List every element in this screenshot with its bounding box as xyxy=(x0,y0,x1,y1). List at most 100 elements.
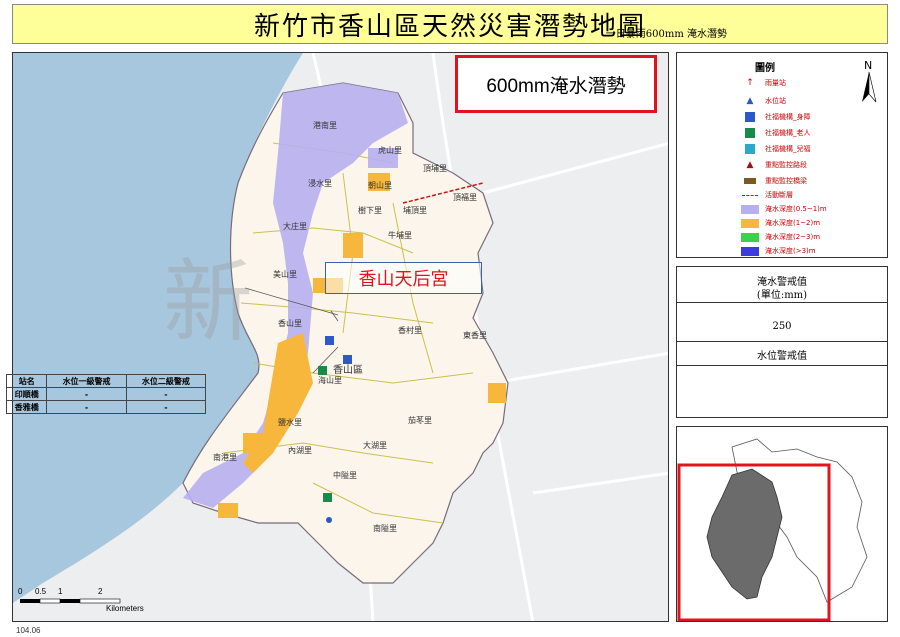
date-stamp: 104.06 xyxy=(16,626,41,635)
legend-depth-2: 淹水深度(1~2)m xyxy=(741,217,820,229)
child-facility-icon xyxy=(343,355,352,364)
legend-label: 淹水深度(1~2)m xyxy=(765,219,821,227)
rain-station-icon: ↑ xyxy=(746,78,754,88)
village-label: 虎山里 xyxy=(378,145,402,155)
legend-label: 重點監控路段 xyxy=(765,161,807,169)
landmark-callout[interactable]: 香山天后宮 xyxy=(325,262,482,294)
water-level-icon: ▲ xyxy=(746,96,754,106)
legend-label: 重點監控橋梁 xyxy=(765,177,807,185)
map-subtitle: 一日暴雨600mm 淹水潛勢 xyxy=(605,29,727,40)
station-table: 站名 水位一級警戒 水位二級警戒 印順橋 - - 香雅橋 - - xyxy=(5,374,207,414)
table-row: 香雅橋 - - xyxy=(5,400,207,414)
disabled-facility-icon xyxy=(741,112,759,122)
legend-label: 社福機構_身障 xyxy=(765,113,811,121)
legend-label: 淹水深度(0.5~1)m xyxy=(765,205,827,213)
depth-swatch xyxy=(741,218,759,228)
district-label: 香山區 xyxy=(333,364,363,376)
village-label: 海山里 xyxy=(318,375,342,385)
table-header: 站名 xyxy=(5,374,48,388)
highlighted-district xyxy=(706,468,783,600)
inset-map[interactable] xyxy=(676,426,888,622)
legend-item-disabled: 社福機構_身障 xyxy=(741,111,811,123)
village-label: 朝山里 xyxy=(368,180,392,190)
scale-tick: 0 xyxy=(18,587,23,596)
village-label: 南港里 xyxy=(213,452,237,462)
level2-value: - xyxy=(125,400,207,414)
warning-panel: 淹水警戒值 (單位:mm) 250 水位警戒值 xyxy=(676,266,888,418)
scale-tick: 0.5 xyxy=(35,587,47,596)
legend-title: 圖例 xyxy=(755,63,775,74)
depth-swatch xyxy=(741,204,759,214)
level1-value: - xyxy=(46,387,127,401)
water-warning-title: 水位警戒值 xyxy=(757,351,807,362)
table-header-row: 站名 水位一級警戒 水位二級警戒 xyxy=(5,374,207,388)
main-map[interactable]: 新 香山區 港南里 虎山里 浸水里 朝山里 大庄里 美山里 香山里 海山里 鹽水… xyxy=(12,52,669,622)
scale-tick: 1 xyxy=(58,587,63,596)
legend-depth-4: 淹水深度(>3)m xyxy=(741,245,816,257)
elderly-facility-icon xyxy=(741,128,759,138)
legend-label: 活動斷層 xyxy=(765,191,793,199)
active-fault-icon xyxy=(741,190,759,200)
village-label: 大湖里 xyxy=(363,440,387,450)
inset-canvas xyxy=(677,438,868,621)
depth-swatch xyxy=(741,232,759,242)
legend-depth-1: 淹水深度(0.5~1)m xyxy=(741,203,827,215)
station-name: 印順橋 xyxy=(5,387,48,401)
village-label: 鹽水里 xyxy=(278,417,302,427)
village-label: 浸水里 xyxy=(308,178,332,188)
scale-tick: 2 xyxy=(98,587,103,596)
flood-warning-unit: (單位:mm) xyxy=(756,290,808,301)
legend-panel: 圖例 ↑ 雨量站 ▲ 水位站 社福機構_身障 社福機構_老人 社福機構_兒福 ▲… xyxy=(676,52,888,258)
village-label: 東香里 xyxy=(463,330,487,340)
north-arrow-icon: N xyxy=(858,58,880,110)
watermark-char: 新 xyxy=(163,250,253,355)
village-label: 香村里 xyxy=(398,325,422,335)
legend-item-fault: 活動斷層 xyxy=(741,189,793,201)
map-title: 新竹市香山區天然災害潛勢地圖 xyxy=(253,11,646,42)
legend-item-road: ▲ 重點監控路段 xyxy=(741,159,807,171)
elderly-facility-icon xyxy=(323,493,332,502)
depth-swatch xyxy=(741,246,759,256)
legend-item-child: 社福機構_兒福 xyxy=(741,143,811,155)
table-header: 水位二級警戒 xyxy=(125,374,207,388)
legend-depth-3: 淹水深度(2~3)m xyxy=(741,231,820,243)
village-label: 牛埔里 xyxy=(388,230,412,240)
village-label: 埔頂里 xyxy=(403,205,427,215)
child-facility-icon xyxy=(741,144,759,154)
legend-item-elderly: 社福機構_老人 xyxy=(741,127,811,139)
legend-label: 雨量站 xyxy=(765,79,786,87)
disabled-facility-icon xyxy=(325,336,334,345)
village-label: 中隘里 xyxy=(333,470,357,480)
village-label: 頂福里 xyxy=(453,193,477,202)
village-label: 樹下里 xyxy=(358,205,382,215)
monitored-road-icon: ▲ xyxy=(746,160,754,170)
scale-unit: Kilometers xyxy=(106,604,144,613)
legend-label: 水位站 xyxy=(765,97,786,105)
village-label: 大庄里 xyxy=(283,221,307,231)
table-header: 水位一級警戒 xyxy=(46,374,127,388)
legend-label: 淹水深度(2~3)m xyxy=(765,233,821,241)
station-name: 香雅橋 xyxy=(5,400,48,414)
village-label: 內湖里 xyxy=(288,446,312,455)
water-level-icon xyxy=(326,517,332,523)
title-bar: 新竹市香山區天然災害潛勢地圖 一日暴雨600mm 淹水潛勢 xyxy=(12,4,888,44)
legend-item-bridge: 重點監控橋梁 xyxy=(741,175,807,187)
village-label: 頂埔里 xyxy=(423,163,447,173)
village-label: 茄苳里 xyxy=(408,415,432,425)
level1-value: - xyxy=(46,400,127,414)
level2-value: - xyxy=(125,387,207,401)
village-label: 香山里 xyxy=(278,318,302,328)
monitored-bridge-icon xyxy=(741,176,759,186)
village-label: 美山里 xyxy=(273,269,297,279)
village-label: 南隘里 xyxy=(373,523,397,533)
legend-item-rain-station: ↑ 雨量站 xyxy=(741,77,786,89)
svg-text:N: N xyxy=(864,59,872,72)
elderly-facility-icon xyxy=(318,366,327,375)
flood-warning-value: 250 xyxy=(772,321,792,332)
scale-bar: 0 0.5 1 2 Kilometers xyxy=(18,587,144,614)
legend-label: 社福機構_老人 xyxy=(765,129,811,137)
legend-label: 淹水深度(>3)m xyxy=(765,247,816,255)
legend-item-water-level: ▲ 水位站 xyxy=(741,95,786,107)
map-canvas: 新 香山區 港南里 虎山里 浸水里 朝山里 大庄里 美山里 香山里 海山里 鹽水… xyxy=(13,53,668,621)
table-row: 印順橋 - - xyxy=(5,387,207,401)
